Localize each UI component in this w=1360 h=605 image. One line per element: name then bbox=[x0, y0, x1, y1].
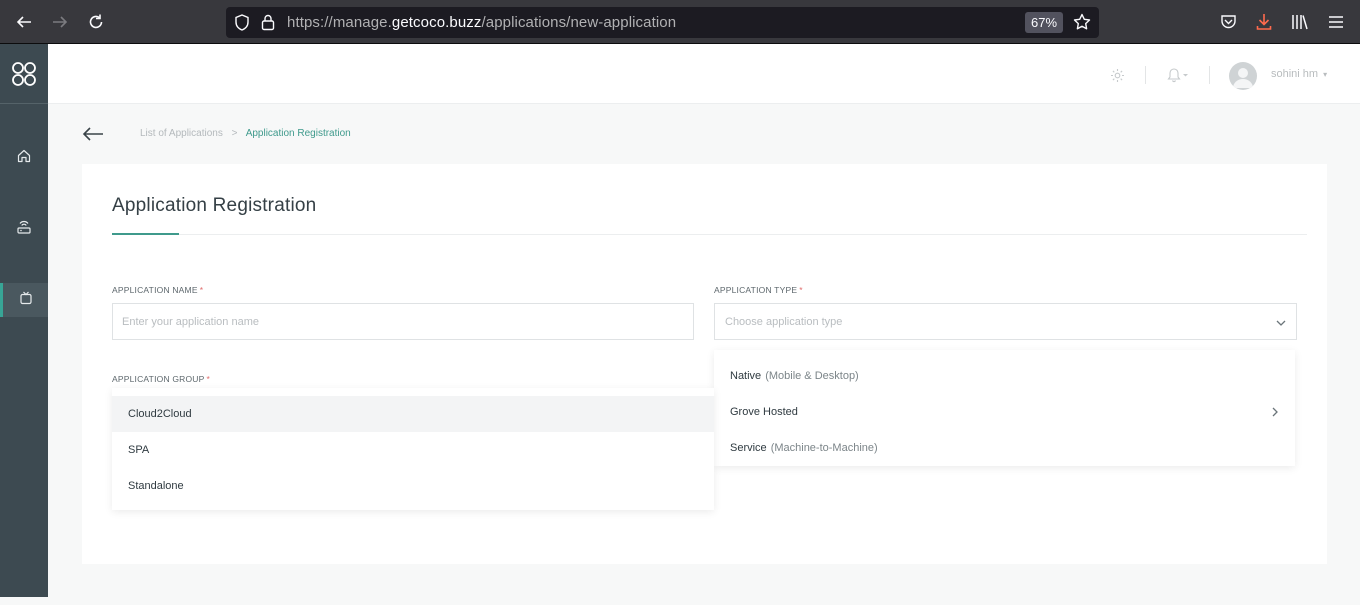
app-name-input[interactable] bbox=[112, 303, 694, 340]
reload-icon[interactable] bbox=[85, 11, 107, 33]
app-header: sohini hm ▾ bbox=[48, 44, 1360, 104]
sidebar-item-hubs[interactable] bbox=[0, 212, 48, 246]
bell-icon[interactable] bbox=[1167, 67, 1189, 88]
sidebar-divider bbox=[0, 103, 48, 104]
required-mark: * bbox=[206, 374, 211, 384]
breadcrumb-current: Application Registration bbox=[245, 128, 351, 139]
address-bar[interactable]: https://manage.getcoco.buzz/applications… bbox=[226, 7, 1099, 38]
app-group-option-spa[interactable]: SPA bbox=[112, 432, 714, 468]
breadcrumb-link-applications[interactable]: List of Applications bbox=[140, 128, 223, 139]
user-menu[interactable]: sohini hm ▾ bbox=[1271, 68, 1327, 80]
app-type-option-grove-hosted[interactable]: Grove Hosted bbox=[714, 394, 1295, 430]
chevron-down-icon bbox=[1274, 316, 1288, 330]
header-divider bbox=[1209, 66, 1210, 84]
option-detail: (Machine-to-Machine) bbox=[770, 442, 878, 454]
app-group-label-text: APPLICATION GROUP bbox=[112, 374, 205, 384]
breadcrumb-separator: > bbox=[231, 128, 238, 139]
pocket-icon[interactable] bbox=[1218, 12, 1238, 32]
back-arrow-icon[interactable] bbox=[81, 125, 105, 143]
app-name-label: APPLICATION NAME * bbox=[112, 285, 203, 295]
back-icon[interactable] bbox=[13, 11, 35, 33]
app-type-option-service[interactable]: Service (Machine-to-Machine) bbox=[714, 430, 1295, 466]
option-name: Native bbox=[730, 370, 762, 382]
applications-icon bbox=[19, 291, 33, 310]
user-avatar-icon[interactable] bbox=[1229, 62, 1257, 90]
hub-icon bbox=[16, 219, 32, 240]
app-name-label-text: APPLICATION NAME bbox=[112, 285, 198, 295]
lock-icon[interactable] bbox=[261, 13, 275, 36]
download-icon[interactable] bbox=[1254, 12, 1274, 32]
option-detail: (Mobile & Desktop) bbox=[765, 370, 859, 382]
app-type-label-text: APPLICATION TYPE bbox=[714, 285, 798, 295]
url-text: https://manage.getcoco.buzz/applications… bbox=[287, 14, 677, 31]
chevron-right-icon bbox=[1269, 405, 1281, 419]
app-type-placeholder: Choose application type bbox=[725, 316, 843, 328]
option-name: Grove Hosted bbox=[730, 406, 798, 418]
caret-down-icon: ▾ bbox=[1323, 70, 1328, 79]
app-group-dropdown: Cloud2Cloud SPA Standalone bbox=[112, 388, 714, 510]
title-accent-bar bbox=[112, 233, 179, 235]
required-mark: * bbox=[199, 285, 204, 295]
app-type-dropdown: Native (Mobile & Desktop) Grove Hosted Se… bbox=[714, 350, 1295, 466]
option-name: Service bbox=[730, 442, 767, 454]
coco-logo-icon[interactable] bbox=[0, 57, 48, 91]
title-divider bbox=[112, 234, 1307, 235]
library-icon[interactable] bbox=[1290, 12, 1310, 32]
header-divider bbox=[1145, 66, 1146, 84]
app-type-option-native[interactable]: Native (Mobile & Desktop) bbox=[714, 358, 1295, 394]
page-title: Application Registration bbox=[112, 195, 317, 216]
app-sidebar bbox=[0, 44, 48, 597]
browser-toolbar: https://manage.getcoco.buzz/applications… bbox=[0, 0, 1360, 44]
home-icon bbox=[17, 149, 31, 168]
required-mark: * bbox=[799, 285, 803, 295]
app-type-label: APPLICATION TYPE * bbox=[714, 285, 803, 295]
user-name-text: sohini hm bbox=[1271, 68, 1319, 80]
settings-icon[interactable] bbox=[1110, 68, 1125, 88]
shield-icon[interactable] bbox=[234, 14, 250, 36]
sidebar-item-home[interactable] bbox=[0, 141, 48, 175]
registration-card: Application Registration APPLICATION NAM… bbox=[82, 164, 1327, 564]
breadcrumb: List of Applications > Application Regis… bbox=[140, 128, 351, 139]
forward-icon[interactable] bbox=[49, 11, 71, 33]
zoom-level-badge[interactable]: 67% bbox=[1025, 12, 1063, 33]
menu-icon[interactable] bbox=[1326, 12, 1346, 32]
app-group-label: APPLICATION GROUP * bbox=[112, 374, 210, 384]
app-type-select[interactable]: Choose application type bbox=[714, 303, 1297, 340]
bookmark-star-icon[interactable] bbox=[1073, 13, 1091, 36]
app-group-option-standalone[interactable]: Standalone bbox=[112, 468, 714, 504]
app-group-option-cloud2cloud[interactable]: Cloud2Cloud bbox=[112, 396, 714, 432]
sidebar-item-applications[interactable] bbox=[0, 283, 48, 317]
